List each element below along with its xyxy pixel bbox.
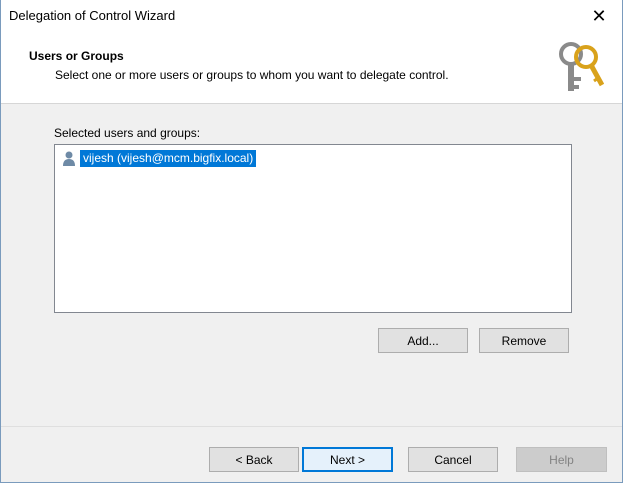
user-icon <box>63 151 75 166</box>
list-item[interactable]: vijesh (vijesh@mcm.bigfix.local) <box>61 149 257 167</box>
keys-icon <box>559 42 604 91</box>
next-button[interactable]: Next > <box>302 447 393 472</box>
window-title: Delegation of Control Wizard <box>9 8 176 23</box>
help-button: Help <box>516 447 607 472</box>
add-button[interactable]: Add... <box>378 328 468 353</box>
close-button[interactable]: ✕ <box>576 0 622 32</box>
footer-divider <box>1 426 622 427</box>
selected-users-label: Selected users and groups: <box>54 126 201 140</box>
list-item-label: vijesh (vijesh@mcm.bigfix.local) <box>80 149 257 167</box>
users-listbox[interactable]: vijesh (vijesh@mcm.bigfix.local) <box>54 144 572 313</box>
page-title: Users or Groups <box>29 49 124 63</box>
wizard-window: Delegation of Control Wizard ✕ Users or … <box>0 0 623 483</box>
title-bar: Delegation of Control Wizard ✕ <box>1 0 622 33</box>
close-icon: ✕ <box>591 5 607 26</box>
wizard-header: Users or Groups Select one or more users… <box>1 33 622 104</box>
cancel-button[interactable]: Cancel <box>408 447 498 472</box>
back-button[interactable]: < Back <box>209 447 299 472</box>
remove-button[interactable]: Remove <box>479 328 569 353</box>
page-subtitle: Select one or more users or groups to wh… <box>55 68 449 82</box>
